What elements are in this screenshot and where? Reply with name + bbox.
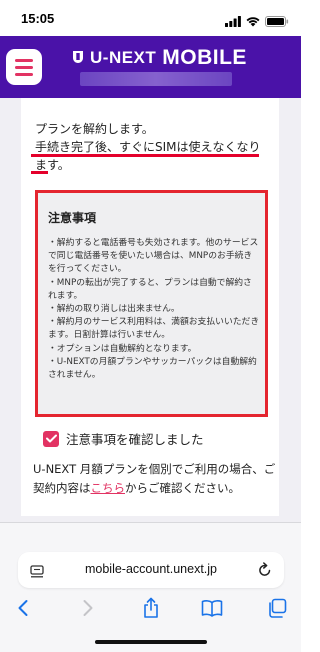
confirm-checkbox[interactable]	[43, 430, 59, 447]
notice-item: ・オプションは自動解約となります。	[48, 343, 197, 354]
tabs-icon	[269, 598, 287, 618]
url-bar[interactable]: mobile-account.unext.jp	[18, 552, 284, 588]
wifi-icon	[246, 12, 260, 31]
warning-underline	[31, 171, 48, 174]
checkmark-icon	[45, 434, 57, 443]
confirm-label[interactable]: 注意事項を確認しました	[66, 429, 204, 448]
unext-logo-icon	[72, 49, 84, 68]
warning-underline	[31, 154, 259, 157]
app-header: U-NEXT MOBILE	[0, 36, 301, 98]
contract-details-link[interactable]: こちら	[91, 481, 126, 495]
status-time: 15:05	[21, 11, 55, 26]
back-icon	[18, 600, 28, 616]
logo-text: U-NEXT	[90, 48, 157, 67]
cellular-icon	[225, 12, 241, 31]
notice-title: 注意事項	[48, 211, 97, 225]
brand-logo[interactable]: U-NEXT MOBILE	[72, 46, 247, 70]
share-button[interactable]	[139, 597, 163, 618]
reload-icon[interactable]	[258, 562, 272, 581]
notice-item: ・解約の取り消しは出来ません。	[48, 304, 180, 315]
menu-icon-bar	[15, 65, 33, 69]
url-text: mobile-account.unext.jp	[84, 562, 218, 576]
notice-item: ・解約すると電話番号も失効されます。他のサービスで同じ電話番号を使いたい場合は、…	[48, 238, 259, 275]
home-indicator	[95, 640, 207, 644]
header-subtitle-blurred	[80, 72, 232, 86]
back-button[interactable]	[11, 598, 35, 618]
logo-mobile: MOBILE	[162, 46, 247, 69]
confirm-checkbox-row[interactable]: 注意事項を確認しました	[43, 429, 204, 448]
menu-button[interactable]	[6, 49, 42, 85]
bookmarks-button[interactable]	[200, 598, 224, 618]
menu-icon	[15, 58, 33, 62]
intro-text: プランを解約します。	[35, 122, 154, 136]
forward-icon	[83, 600, 93, 616]
notice-box: 注意事項 ・解約すると電話番号も失効されます。他のサービスで同じ電話番号を使いた…	[35, 190, 268, 417]
battery-icon	[265, 12, 289, 31]
notice-item: ・U-NEXTの月額プランやサッカーパックは自動解約されません。	[48, 356, 257, 381]
menu-icon-bar	[15, 72, 33, 76]
notice-item: ・解約月のサービス利用料は、満額お支払いいただきます。日割計算は行いません。	[48, 317, 260, 341]
usage-text-after: からご確認ください。	[125, 481, 240, 495]
notice-list: ・解約すると電話番号も失効されます。他のサービスで同じ電話番号を使いたい場合は、…	[48, 237, 260, 382]
share-icon	[144, 597, 158, 618]
notice-item: ・MNPの転出が完了すると、プランは自動で解約されます。	[48, 277, 252, 301]
bookmarks-icon	[201, 600, 223, 617]
status-icons	[225, 12, 289, 31]
forward-button[interactable]	[76, 598, 100, 618]
usage-info: U-NEXT 月額プランを個別でご利用の場合、ご契約内容はこちらからご確認くださ…	[33, 460, 285, 498]
tabs-button[interactable]	[265, 598, 289, 618]
status-bar: 15:05	[0, 0, 301, 36]
